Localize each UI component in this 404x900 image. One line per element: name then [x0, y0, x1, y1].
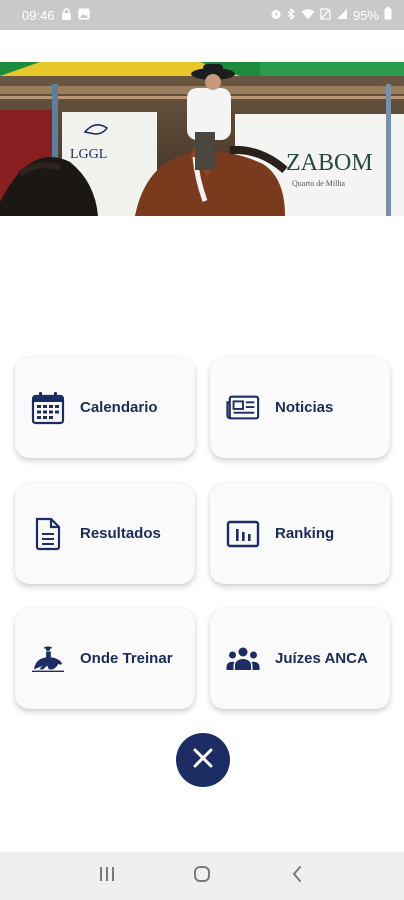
menu-card-label: Juízes ANCA	[275, 650, 368, 667]
alarm-icon	[270, 8, 282, 23]
banner-text-lggl: LGGL	[70, 147, 107, 162]
recent-apps-button[interactable]	[87, 856, 127, 896]
recent-apps-icon	[98, 866, 116, 887]
status-time: 09:46	[22, 7, 55, 23]
menu-card-noticias[interactable]: Noticias	[210, 357, 390, 458]
menu-card-juizes-anca[interactable]: Juízes ANCA	[210, 608, 390, 709]
back-icon	[291, 865, 303, 888]
menu-card-label: Calendario	[80, 399, 158, 416]
banner-text-sub: Quarto de Milha	[292, 179, 345, 188]
newspaper-icon	[226, 391, 260, 425]
menu-card-label: Resultados	[80, 525, 161, 542]
close-icon	[192, 747, 214, 774]
calendar-icon	[31, 391, 65, 425]
home-icon	[193, 865, 211, 888]
battery-level: 95%	[352, 7, 379, 23]
horse-rider-icon	[31, 642, 65, 676]
home-button[interactable]	[182, 856, 222, 896]
no-sim-icon	[320, 7, 331, 23]
bluetooth-icon	[287, 7, 296, 23]
image-icon	[78, 8, 90, 23]
document-icon	[31, 517, 65, 551]
menu-card-ranking[interactable]: Ranking	[210, 483, 390, 584]
system-nav-bar	[0, 852, 404, 900]
menu-card-resultados[interactable]: Resultados	[15, 483, 195, 584]
rider-photo: LGGL ZABOM Quarto de Milha	[0, 62, 404, 216]
menu-card-calendario[interactable]: Calendario	[15, 357, 195, 458]
menu-card-label: Noticias	[275, 399, 334, 416]
back-button[interactable]	[277, 856, 317, 896]
banner-text-zabom: ZABOM	[286, 150, 373, 176]
group-icon	[226, 642, 260, 676]
wifi-icon	[301, 8, 315, 23]
close-button[interactable]	[176, 733, 230, 787]
status-bar: 09:46 95%	[0, 0, 404, 30]
menu-card-onde-treinar[interactable]: Onde Treinar	[15, 608, 195, 709]
battery-icon	[384, 7, 392, 23]
bar-chart-icon	[226, 517, 260, 551]
menu-card-label: Onde Treinar	[80, 650, 173, 667]
menu-card-label: Ranking	[275, 525, 335, 542]
signal-icon	[336, 8, 348, 23]
hero-banner: LGGL ZABOM Quarto de Milha	[0, 62, 404, 216]
lock-icon	[61, 7, 72, 23]
